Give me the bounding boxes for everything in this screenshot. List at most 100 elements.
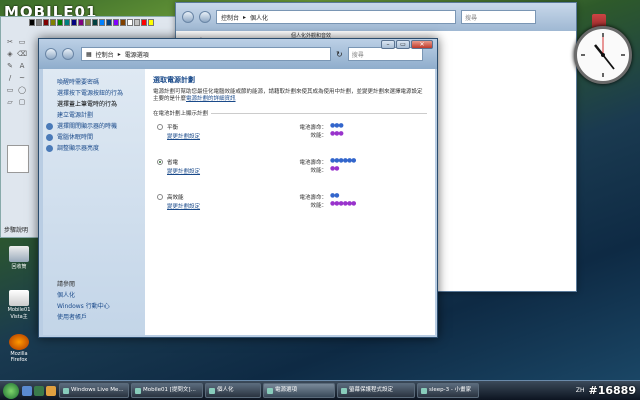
palette-color[interactable] [71, 19, 77, 26]
task-link[interactable]: 調整顯示器亮度 [46, 143, 145, 154]
forward-nav-button[interactable] [62, 48, 74, 60]
task-link[interactable]: 電腦休眠時間 [46, 132, 145, 143]
window-icon [421, 387, 427, 394]
paint-tool[interactable]: ⌫ [17, 49, 27, 59]
color-palette[interactable] [29, 19, 154, 26]
plan-radio-button[interactable] [157, 159, 163, 165]
paint-toolbox[interactable]: ✂ ▭ ◈ ⌫ ✎ A / ~ ▭ ◯ ▱ ▢ [5, 37, 27, 107]
search-input[interactable]: 搜尋 [461, 10, 536, 24]
address-bar[interactable]: ▦ 控制台 ▸ 電源選項 [81, 47, 331, 61]
taskbar-button[interactable]: Mobile01 [提問文]... [131, 383, 203, 398]
breadcrumb-root[interactable]: 控制台 [221, 13, 239, 22]
breadcrumb-current[interactable]: 個人化 [250, 13, 268, 22]
forward-nav-button[interactable] [199, 11, 211, 23]
see-also-mobility-center[interactable]: Windows 行動中心 [57, 301, 110, 312]
palette-color[interactable] [106, 19, 112, 26]
change-plan-settings-link[interactable]: 變更計劃設定 [167, 132, 200, 140]
plan-radio-button[interactable] [157, 194, 163, 200]
paint-tool[interactable]: ✎ [5, 61, 15, 71]
paint-tool[interactable]: ✂ [5, 37, 15, 47]
palette-color[interactable] [120, 19, 126, 26]
palette-color[interactable] [50, 19, 56, 26]
shield-icon [46, 134, 53, 141]
task-link[interactable]: 建立電源計劃 [57, 110, 145, 121]
taskbar: Windows Live Me... Mobile01 [提問文]... 個人化 電源… [0, 380, 640, 400]
taskbar-button[interactable]: 個人化 [205, 383, 261, 398]
palette-color[interactable] [127, 19, 133, 26]
window-icon [267, 387, 273, 394]
recycle-bin-icon [9, 246, 29, 262]
paint-tool[interactable]: ◯ [17, 85, 27, 95]
desktop-icon-firefox[interactable]: Mozilla Firefox [4, 334, 34, 363]
palette-color[interactable] [141, 19, 147, 26]
back-nav-button[interactable] [45, 48, 57, 60]
taskbar-button[interactable]: Windows Live Me... [59, 383, 129, 398]
plan-name[interactable]: 平衡 [167, 123, 178, 131]
language-indicator[interactable]: ZH [576, 387, 585, 394]
plan-name[interactable]: 省電 [167, 158, 178, 166]
change-plan-settings-link[interactable]: 變更計劃設定 [167, 167, 200, 175]
power-options-window[interactable]: ▦ 控制台 ▸ 電源選項 ↻ 搜尋 – ▭ ✕ ? 喚醒時需要密碼選擇按下電源按… [38, 38, 438, 338]
search-input[interactable]: 搜尋 [347, 47, 423, 61]
start-button[interactable] [3, 382, 19, 399]
address-bar[interactable]: 控制台 ▸ 個人化 [216, 10, 456, 24]
plans-section-heading: 在電池計劃上顯示計劃 [153, 109, 427, 117]
back-nav-button[interactable] [182, 11, 194, 23]
close-button[interactable]: ✕ [411, 40, 433, 49]
browser-icon[interactable] [46, 385, 56, 396]
breadcrumb-current[interactable]: 電源選項 [125, 50, 149, 59]
minute-hand [602, 54, 615, 70]
paint-tool[interactable]: A [17, 61, 27, 71]
breadcrumb-root[interactable]: 控制台 [96, 50, 114, 59]
plan-radio-button[interactable] [157, 124, 163, 130]
page-description: 電源計劃可幫助您最佳化電腦效能或節約能源，請藉取計劃來使其成為使用中計劃，並變更… [153, 89, 423, 102]
refresh-icon[interactable]: ↻ [336, 50, 343, 59]
palette-color[interactable] [99, 19, 105, 26]
see-also-section: 請參閱 個人化 Windows 行動中心 使用者帳戶 [57, 279, 110, 323]
paint-canvas[interactable] [7, 145, 29, 173]
see-also-personalization[interactable]: 個人化 [57, 290, 110, 301]
paint-tool[interactable]: / [5, 73, 15, 83]
palette-color[interactable] [92, 19, 98, 26]
window-icon [135, 387, 141, 394]
switch-windows-icon[interactable] [34, 385, 44, 396]
task-link[interactable]: 喚醒時需要密碼 [57, 77, 145, 88]
paint-tool[interactable]: ▱ [5, 97, 15, 107]
maximize-button[interactable]: ▭ [396, 40, 410, 49]
palette-color[interactable] [43, 19, 49, 26]
plan-info-link[interactable]: 電源計劃的詳細資訊 [186, 96, 236, 102]
palette-color[interactable] [85, 19, 91, 26]
taskbar-button[interactable]: sleep-3 - 小畫家 [417, 383, 479, 398]
task-link[interactable]: 選擇按下電源按鈕的行為 [57, 88, 145, 99]
palette-color[interactable] [64, 19, 70, 26]
see-also-user-accounts[interactable]: 使用者帳戶 [57, 312, 110, 323]
show-desktop-icon[interactable] [22, 385, 32, 396]
plan-name[interactable]: 高效能 [167, 193, 184, 201]
firefox-icon [9, 334, 29, 350]
palette-color[interactable] [57, 19, 63, 26]
paint-tool[interactable]: ~ [17, 73, 27, 83]
palette-color[interactable] [113, 19, 119, 26]
palette-color[interactable] [134, 19, 140, 26]
taskbar-button[interactable]: 電源選項 [263, 383, 335, 398]
palette-color[interactable] [78, 19, 84, 26]
performance-rating: ●●●●●● [330, 200, 356, 207]
task-link[interactable]: 選擇蓋上筆電時的行為 [57, 99, 145, 110]
battery-life-label: 電池壽命： [299, 160, 327, 166]
minimize-button[interactable]: – [381, 40, 395, 49]
paint-tool[interactable]: ▭ [5, 85, 15, 95]
paint-tool[interactable]: ◈ [5, 49, 15, 59]
document-icon [9, 290, 29, 306]
palette-color[interactable] [148, 19, 154, 26]
desktop-icon-recycle-bin[interactable]: 回收筒 [4, 246, 34, 270]
palette-color[interactable] [36, 19, 42, 26]
change-plan-settings-link[interactable]: 變更計劃設定 [167, 202, 200, 210]
taskbar-button[interactable]: 螢幕保護程式設定 [337, 383, 415, 398]
power-plan-row: 省電 變更計劃設定 電池壽命： 效能： ●●●●●● ●● [153, 157, 427, 187]
power-plan-content: 選取電源計劃 電源計劃可幫助您最佳化電腦效能或節約能源，請藉取計劃來使其成為使用… [145, 69, 435, 335]
paint-tool[interactable]: ▭ [17, 37, 27, 47]
desktop-icon-mobile01[interactable]: Mobile01 Vista主 [4, 290, 34, 320]
paint-tool[interactable]: ▢ [17, 97, 27, 107]
palette-color[interactable] [29, 19, 35, 26]
task-link[interactable]: 選擇關閉顯示器的時機 [46, 121, 145, 132]
